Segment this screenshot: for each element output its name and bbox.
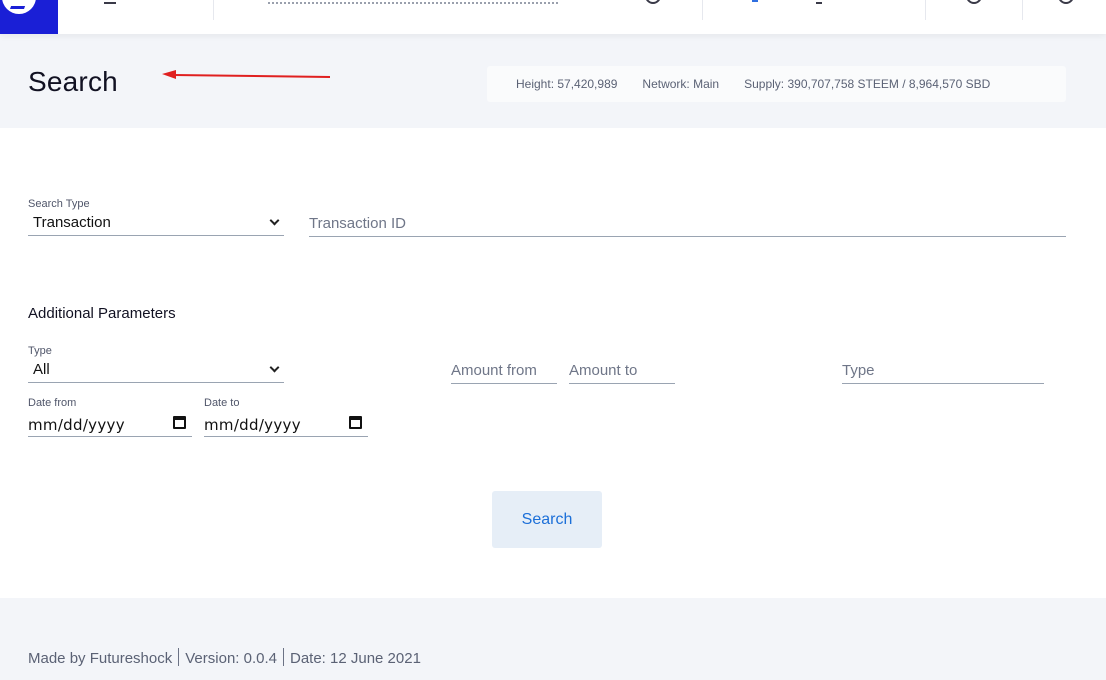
user-icon[interactable] (966, 0, 982, 4)
footer-version: Version: 0.0.4 (185, 650, 277, 667)
type-value: All (33, 361, 50, 378)
footer-text: Made by Futureshock Version: 0.0.4 Date: 1… (28, 648, 421, 667)
nav-divider (702, 0, 703, 20)
nav-link-cropped[interactable] (816, 0, 822, 4)
footer: Made by Futureshock Version: 0.0.4 Date: 1… (0, 598, 1106, 680)
stat-supply: Supply: 390,707,758 STEEM / 8,964,570 SB… (744, 77, 991, 91)
globe-icon[interactable] (1058, 0, 1074, 4)
chevron-down-icon (269, 362, 280, 373)
search-type-label: Search Type (28, 198, 90, 210)
type-select[interactable]: All (28, 359, 284, 383)
stat-height: Height: 57,420,989 (516, 77, 618, 91)
nav-divider (1022, 0, 1023, 20)
menu-icon[interactable] (104, 0, 116, 4)
chain-stats: Height: 57,420,989 Network: Main Supply:… (487, 66, 1066, 102)
footer-divider (178, 648, 180, 666)
calendar-icon[interactable] (173, 416, 186, 429)
type-label: Type (28, 345, 52, 357)
date-to-value: mm/dd/yyyy (204, 416, 301, 434)
nav-divider (213, 0, 214, 20)
page-header: Search Height: 57,420,989 Network: Main … (0, 34, 1106, 128)
calendar-icon[interactable] (349, 416, 362, 429)
chevron-down-icon (269, 215, 280, 226)
date-to-label: Date to (204, 397, 240, 409)
date-to-input[interactable]: mm/dd/yyyy (204, 411, 368, 437)
amount-to-input[interactable] (569, 358, 675, 384)
search-type-value: Transaction (33, 214, 111, 231)
search-icon[interactable] (645, 0, 661, 4)
search-field-cropped[interactable] (268, 0, 558, 4)
amount-from-input[interactable] (451, 358, 557, 384)
steem-logo-icon (2, 0, 36, 14)
nav-link-cropped[interactable] (752, 0, 758, 2)
search-type-select[interactable]: Transaction (28, 212, 284, 236)
transaction-id-input[interactable] (309, 211, 1066, 237)
page-title: Search (28, 66, 118, 97)
top-navbar (0, 0, 1106, 34)
nav-divider (925, 0, 926, 20)
date-from-input[interactable]: mm/dd/yyyy (28, 411, 192, 437)
additional-parameters-title: Additional Parameters (28, 305, 176, 322)
annotation-arrow-icon (162, 70, 331, 79)
footer-divider (282, 648, 284, 666)
footer-made-by: Made by Futureshock (28, 650, 173, 667)
search-button[interactable]: Search (492, 491, 602, 548)
stat-network: Network: Main (642, 77, 720, 91)
logo[interactable] (0, 0, 58, 34)
date-from-label: Date from (28, 397, 77, 409)
type-input[interactable] (842, 358, 1044, 384)
date-from-value: mm/dd/yyyy (28, 416, 125, 434)
footer-date: Date: 12 June 2021 (289, 650, 421, 667)
